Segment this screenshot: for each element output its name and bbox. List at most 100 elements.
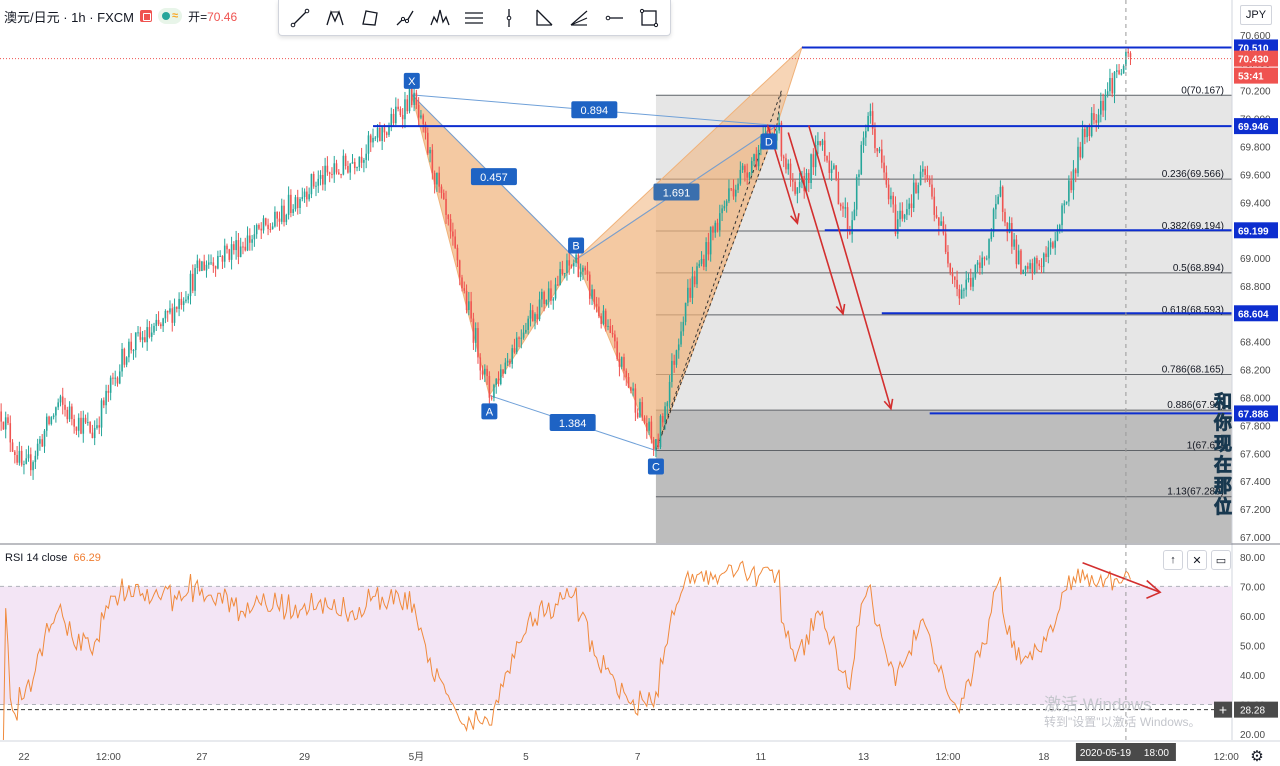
candle-body	[924, 169, 926, 175]
harmonic-point-label: X	[408, 76, 416, 88]
candle-body	[442, 192, 445, 199]
candle-body	[1038, 263, 1041, 267]
fib-angle-tool[interactable]	[530, 4, 558, 32]
market-status-badge[interactable]: ≈	[158, 8, 183, 24]
candle-body	[942, 221, 945, 234]
candle-body	[114, 377, 117, 379]
candle-body	[228, 249, 231, 260]
currency-badge[interactable]: JPY	[1240, 5, 1272, 25]
candle-body	[39, 439, 41, 444]
move-up-button[interactable]: ↑	[1163, 550, 1183, 570]
candle-body	[264, 218, 267, 225]
candle-body	[687, 287, 689, 303]
candle-body	[912, 182, 915, 208]
candle-body	[239, 246, 242, 257]
fan-tool[interactable]	[565, 4, 593, 32]
time-axis-tick: 27	[196, 752, 208, 763]
candle-body	[1102, 100, 1104, 111]
candle-body	[324, 165, 326, 185]
candle-body	[317, 178, 320, 186]
candle-body	[796, 187, 799, 194]
price-axis-label: 53:41	[1238, 72, 1264, 83]
rsi-label[interactable]: RSI 14 close	[5, 552, 67, 564]
horizontal-ray-tool[interactable]	[600, 4, 628, 32]
trend-line-tool[interactable]	[286, 4, 314, 32]
price-axis-tick: 68.000	[1240, 394, 1271, 405]
side-annotation-char: 现	[1214, 434, 1233, 455]
candle-body	[123, 348, 126, 365]
candle-body	[30, 454, 32, 471]
candle-body	[287, 194, 290, 215]
candle-body	[369, 135, 372, 143]
candle-body	[381, 127, 383, 141]
candle-body	[310, 173, 313, 195]
candle-body	[1084, 128, 1086, 138]
candle-body	[27, 454, 30, 459]
rectangle-icon	[639, 8, 658, 27]
parallel-lines-tool[interactable]	[460, 4, 488, 32]
head-shoulders-tool[interactable]	[426, 4, 454, 32]
candle-body	[614, 334, 616, 342]
vertical-line-tool[interactable]	[495, 4, 523, 32]
candle-body	[219, 255, 221, 257]
price-axis-label: 69.946	[1238, 122, 1269, 133]
xabcd-pattern-tool[interactable]	[321, 4, 349, 32]
remove-pane-button[interactable]: ✕	[1187, 550, 1207, 570]
price-axis-label: 70.430	[1238, 55, 1269, 66]
candle-body	[319, 174, 322, 179]
candle-body	[1068, 180, 1070, 202]
maximize-pane-button[interactable]: ▭	[1211, 550, 1231, 570]
candle-body	[696, 266, 698, 285]
candle-body	[746, 172, 748, 178]
path-tool[interactable]	[391, 4, 419, 32]
side-annotation-char: 你	[1214, 413, 1233, 434]
price-axis-tick: 68.200	[1240, 366, 1271, 377]
candle-body	[890, 195, 892, 200]
side-annotation-char: 和	[1214, 392, 1233, 413]
candle-body	[527, 318, 529, 330]
candle-body	[570, 265, 573, 267]
candle-body	[244, 246, 247, 251]
candle-body	[242, 246, 244, 248]
candle-body	[926, 174, 929, 180]
chart-canvas[interactable]: 0(70.167)0.236(69.566)0.382(69.194)0.5(6…	[0, 0, 1280, 766]
rectangle-tool[interactable]	[635, 4, 663, 32]
candle-body	[392, 113, 395, 124]
candle-body	[787, 163, 790, 170]
candle-body	[860, 144, 863, 175]
candle-body	[1127, 51, 1129, 54]
candle-body	[429, 149, 431, 154]
symbol-title[interactable]: 澳元/日元 · 1h · FXCM	[4, 7, 134, 26]
candle-body	[655, 439, 657, 450]
candle-body	[148, 327, 151, 337]
candle-body	[999, 186, 1002, 197]
candle-body	[328, 172, 331, 174]
candle-body	[632, 388, 634, 391]
price-axis-tick: 68.400	[1240, 338, 1271, 349]
ratio-label: 0.457	[480, 172, 508, 184]
candle-body	[258, 224, 260, 229]
harmonic-point-label: A	[486, 406, 494, 418]
candle-body	[561, 269, 564, 275]
alert-flag-icon[interactable]	[140, 10, 153, 22]
candle-body	[1031, 263, 1034, 274]
fan-icon	[570, 10, 588, 26]
candle-body	[169, 308, 171, 313]
candle-body	[488, 376, 491, 398]
candle-body	[855, 176, 858, 210]
settings-gear-icon[interactable]: ⚙	[1248, 747, 1266, 765]
candle-body	[755, 154, 758, 167]
candle-body	[36, 443, 39, 456]
candle-body	[173, 306, 176, 323]
candle-body	[454, 236, 456, 248]
time-axis-tick: 5	[523, 752, 529, 763]
candle-body	[433, 173, 436, 185]
maximize-icon: ▭	[1215, 554, 1227, 567]
candle-body	[559, 269, 561, 286]
candle-body	[214, 266, 217, 269]
candle-body	[607, 325, 609, 327]
candle-body	[1036, 257, 1038, 264]
candle-body	[748, 172, 751, 178]
polyline-tool[interactable]	[356, 4, 384, 32]
candle-body	[326, 165, 329, 173]
